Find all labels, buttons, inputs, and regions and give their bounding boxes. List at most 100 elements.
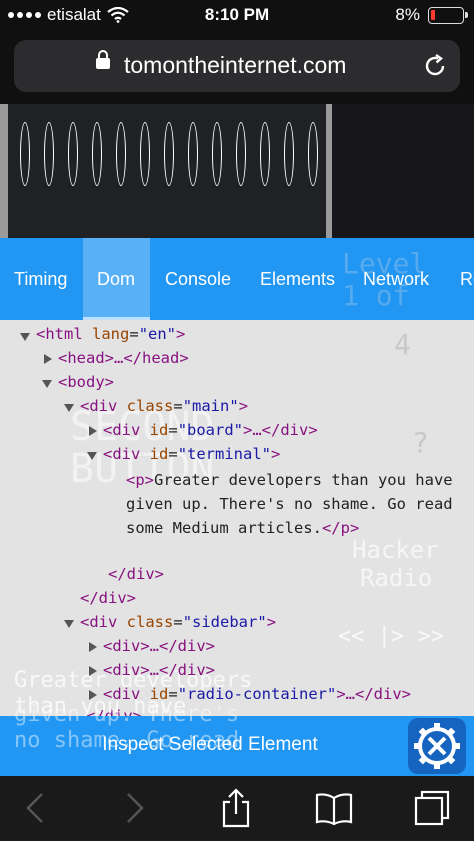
- rod: [44, 122, 54, 186]
- dom-node-p[interactable]: <p>Greater developers than you have give…: [126, 468, 456, 540]
- rod: [260, 122, 270, 186]
- forward-icon[interactable]: [114, 788, 154, 828]
- back-icon[interactable]: [16, 788, 56, 828]
- attr-name: lang: [92, 325, 130, 343]
- rod: [116, 122, 126, 186]
- attr-value: "main": [182, 397, 239, 415]
- rod: [68, 122, 78, 186]
- lock-icon: [96, 50, 110, 69]
- tab-dom[interactable]: Dom: [83, 238, 150, 320]
- rod: [20, 122, 30, 186]
- rod: [236, 122, 246, 186]
- tab-label: Network: [363, 269, 430, 289]
- expand-arrow-icon[interactable]: [89, 690, 97, 700]
- ghost-terminal-line: given up. There's: [14, 702, 240, 727]
- tag-name: <div: [80, 397, 118, 415]
- sidebar-area: [332, 104, 474, 240]
- browser-address-area: tomontheinternet.com: [0, 32, 474, 104]
- tag-name: <html: [36, 325, 83, 343]
- tab-label: Re: [460, 269, 474, 289]
- dom-node-div-radio-container[interactable]: <div id="radio-container">…</div>: [103, 685, 411, 703]
- attr-value: "sidebar": [182, 613, 267, 631]
- url-text[interactable]: tomontheinternet.com: [124, 52, 346, 79]
- expand-arrow-icon[interactable]: [89, 666, 97, 676]
- rod: [140, 122, 150, 186]
- share-icon[interactable]: [216, 788, 256, 828]
- board-rods: [20, 122, 342, 186]
- ghost-hacker-line: Radio: [360, 564, 433, 592]
- dom-node-body[interactable]: <body>: [58, 373, 114, 391]
- game-board[interactable]: [8, 104, 342, 240]
- rod: [92, 122, 102, 186]
- rod: [308, 122, 318, 186]
- tag-end: >: [266, 613, 277, 631]
- battery-percent: 8%: [395, 5, 420, 24]
- attr-name: id: [149, 685, 169, 703]
- tab-resources[interactable]: Re: [446, 238, 474, 320]
- battery-icon: [428, 6, 468, 24]
- collapse-arrow-icon[interactable]: [42, 380, 52, 388]
- attr-value: "radio-container": [177, 685, 337, 703]
- dom-node-div[interactable]: <div>…</div>: [103, 661, 215, 679]
- tabs-icon[interactable]: [412, 788, 452, 828]
- tag-end: >…</div>: [243, 421, 318, 439]
- dom-close-div: </div>: [108, 565, 164, 583]
- tag-end: >: [271, 445, 281, 463]
- reload-icon[interactable]: [422, 53, 448, 79]
- rod: [284, 122, 294, 186]
- tab-elements[interactable]: Elements: [246, 238, 349, 320]
- tab-label: Elements: [260, 269, 336, 289]
- tag-name: <p>: [126, 471, 154, 489]
- collapse-arrow-icon[interactable]: [20, 333, 30, 341]
- tab-console[interactable]: Console: [151, 238, 245, 320]
- collapse-arrow-icon[interactable]: [64, 620, 74, 628]
- dom-node-div[interactable]: <div>…</div>: [103, 637, 215, 655]
- ghost-question: ?: [412, 426, 429, 459]
- collapse-arrow-icon[interactable]: [87, 452, 97, 460]
- tab-timing[interactable]: Timing: [0, 238, 81, 320]
- attr-value: "board": [177, 421, 244, 439]
- attr-name: id: [149, 421, 169, 439]
- expand-arrow-icon[interactable]: [89, 426, 97, 436]
- ghost-level-number: 4: [394, 328, 411, 361]
- ghost-radio-controls: << |> >>: [338, 624, 444, 649]
- p-text-content: Greater developers than you have given u…: [126, 471, 453, 537]
- board-frame-left: [0, 104, 8, 240]
- collapse-arrow-icon[interactable]: [64, 404, 74, 412]
- dom-node-div-main[interactable]: <div class="main">: [80, 397, 248, 415]
- dom-tree-panel[interactable]: 4 ? SECOND BUTTON Hacker Radio << |> >> …: [0, 320, 474, 716]
- inspect-selected-element-button[interactable]: Inspect Selected Element: [0, 734, 420, 756]
- address-bar[interactable]: tomontheinternet.com: [14, 40, 460, 92]
- bookmarks-icon[interactable]: [314, 788, 354, 828]
- tag-end: </p>: [321, 519, 360, 537]
- attr-value: "en": [138, 325, 177, 343]
- inspect-selected-element-bar: given up. There's no shame. Go read Insp…: [0, 702, 474, 776]
- rod: [212, 122, 222, 186]
- tab-network[interactable]: Network: [349, 238, 443, 320]
- tag-name: <div: [103, 685, 141, 703]
- dom-node-div-sidebar[interactable]: <div class="sidebar">: [80, 613, 276, 631]
- dom-node-div-board[interactable]: <div id="board">…</div>: [103, 421, 318, 439]
- tab-label: Dom: [97, 269, 136, 289]
- tag-name: <div: [103, 445, 141, 463]
- dom-node-head[interactable]: <head>…</head>: [58, 349, 189, 367]
- dom-node-html[interactable]: <html lang="en">: [36, 325, 185, 343]
- devtools-tab-bar: Level 1 of Timing Dom Console Elements N…: [0, 238, 474, 320]
- battery-group: 8%: [395, 5, 468, 25]
- expand-arrow-icon[interactable]: [44, 354, 52, 364]
- rod: [188, 122, 198, 186]
- rod: [164, 122, 174, 186]
- tag-name: <div: [80, 613, 118, 631]
- ghost-hacker-line: Hacker: [352, 536, 439, 564]
- attr-name: id: [149, 445, 169, 463]
- settings-button[interactable]: [408, 718, 466, 774]
- gear-wrench-icon: [414, 723, 460, 769]
- expand-arrow-icon[interactable]: [89, 642, 97, 652]
- browser-toolbar: [0, 776, 474, 841]
- tab-label: Console: [165, 269, 232, 289]
- status-bar: etisalat 8:10 PM 8%: [0, 0, 474, 32]
- attr-value: "terminal": [177, 445, 272, 463]
- dom-close-div: </div>: [80, 589, 136, 607]
- ghost-hacker-radio: Hacker Radio: [352, 536, 439, 592]
- dom-node-div-terminal[interactable]: <div id="terminal">: [103, 445, 280, 463]
